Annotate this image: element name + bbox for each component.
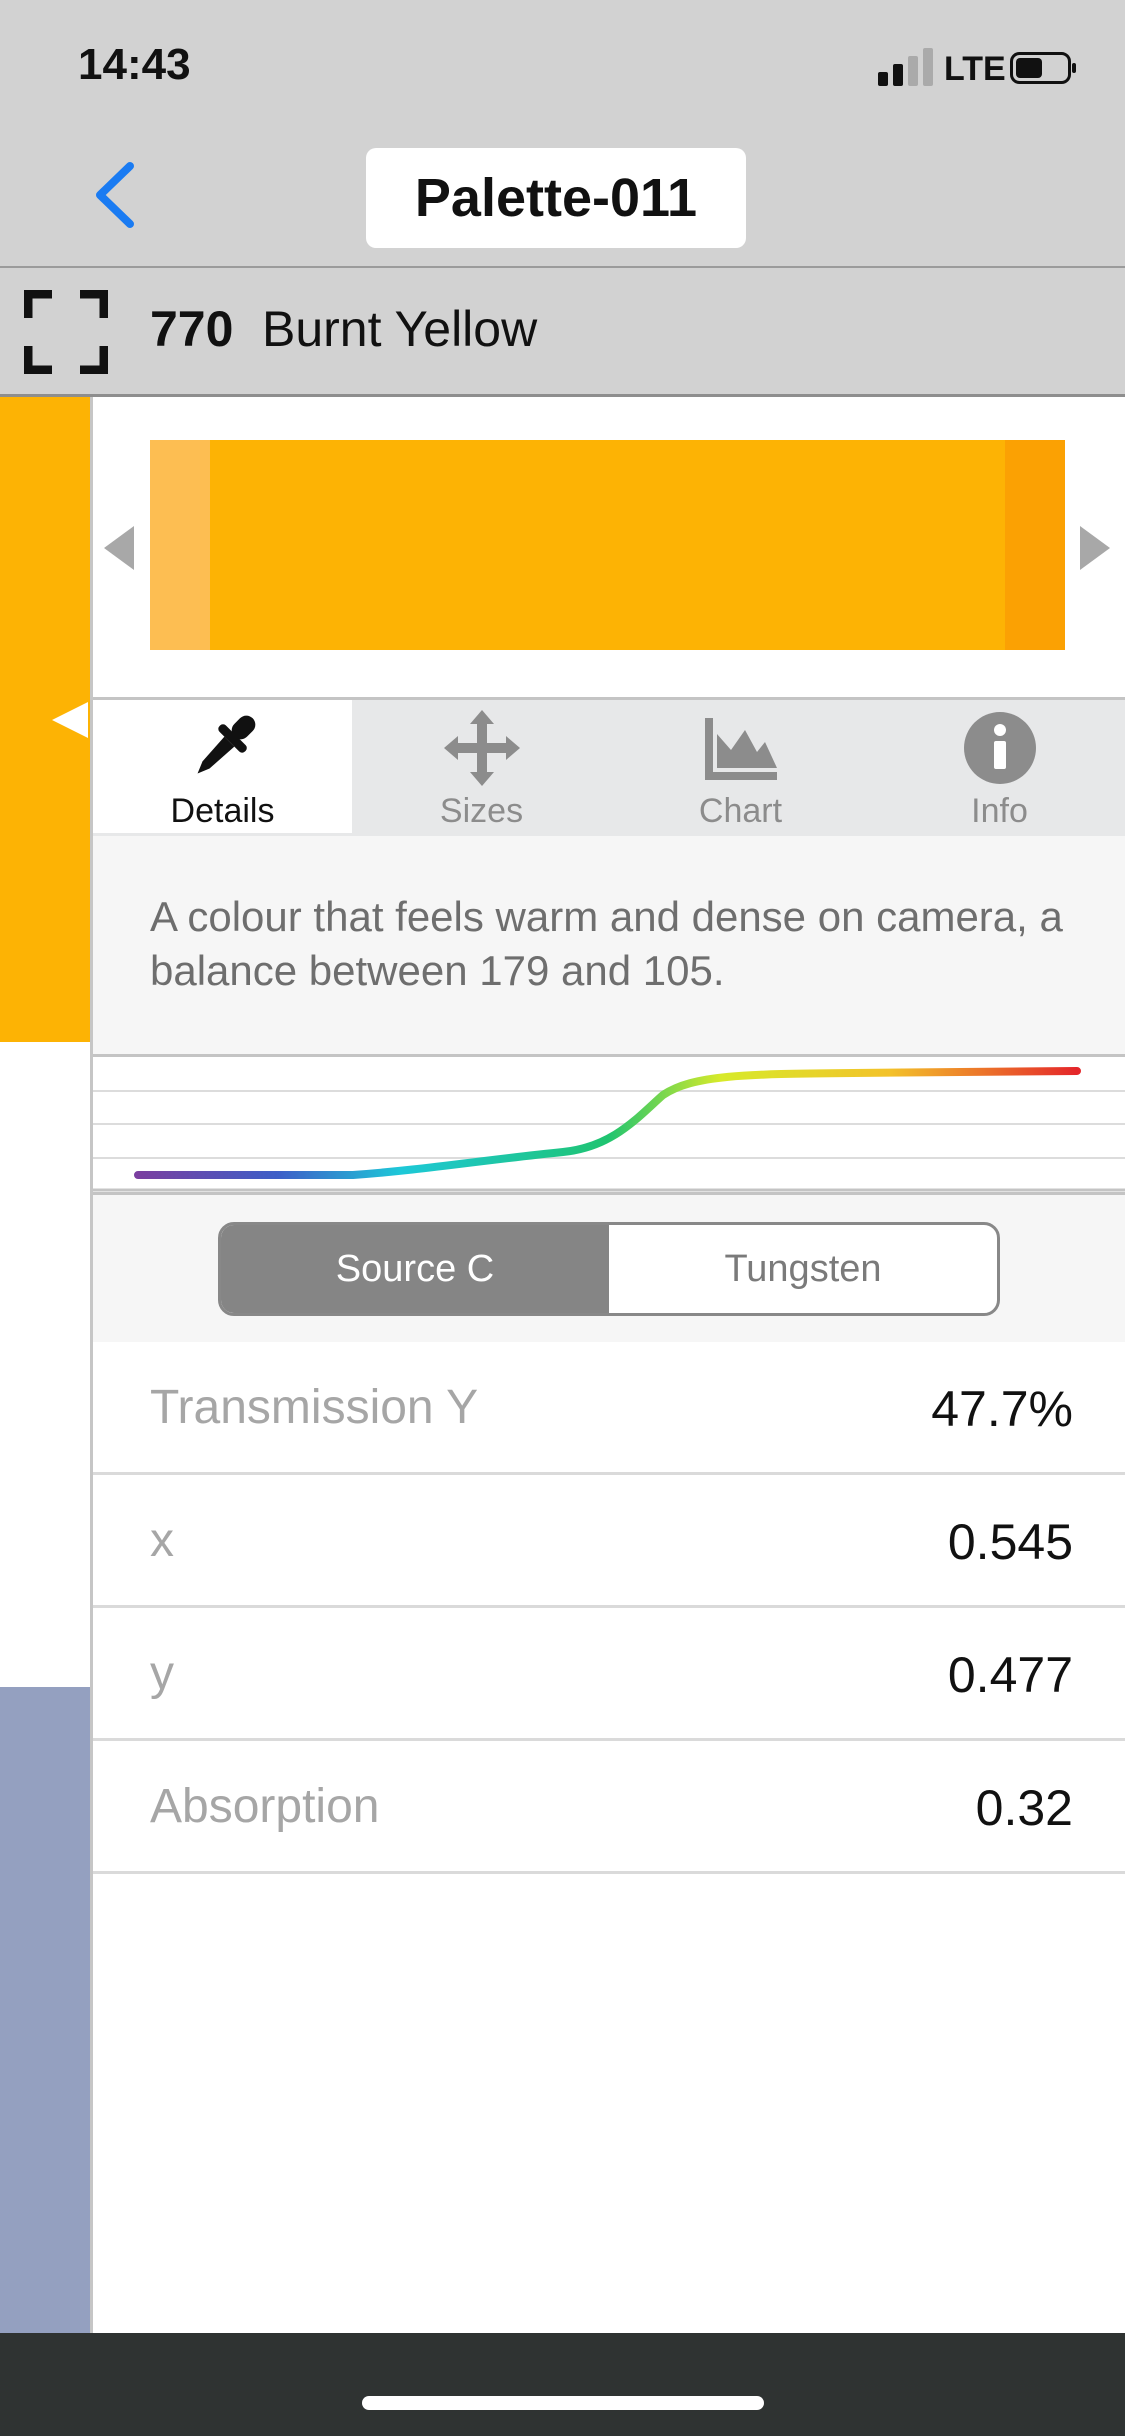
spectral-curve — [93, 1067, 1125, 1192]
tab-chart[interactable]: Chart — [611, 700, 870, 833]
current-pointer-icon — [52, 702, 88, 738]
fullscreen-icon[interactable] — [24, 290, 108, 374]
colour-swatch — [150, 440, 1065, 650]
battery-icon — [1010, 52, 1076, 84]
previous-arrow-icon[interactable] — [104, 526, 134, 570]
colour-description: A colour that feels warm and dense on ca… — [150, 893, 1063, 994]
palette-strip-next[interactable] — [0, 1687, 90, 2333]
property-row-x: x 0.545 — [93, 1475, 1125, 1608]
tab-info[interactable]: Info — [870, 700, 1125, 833]
property-label: Transmission Y — [150, 1381, 479, 1434]
tab-label: Info — [971, 792, 1028, 830]
signal-icon — [878, 48, 934, 86]
colour-name: Burnt Yellow — [262, 301, 538, 357]
segment-source-c[interactable]: Source C — [221, 1225, 609, 1313]
palette-title[interactable]: Palette-011 — [366, 148, 746, 248]
property-label: Absorption — [150, 1780, 380, 1833]
move-arrows-icon — [444, 710, 520, 786]
property-value: 0.545 — [947, 1514, 1073, 1570]
property-row-absorption: Absorption 0.32 — [93, 1741, 1125, 1874]
status-time: 14:43 — [78, 40, 191, 89]
network-label: LTE — [944, 50, 1006, 88]
home-indicator[interactable] — [362, 2396, 764, 2410]
next-arrow-icon[interactable] — [1080, 526, 1110, 570]
swatch-tint-right — [1005, 440, 1065, 650]
tab-label: Sizes — [439, 792, 524, 830]
tab-details[interactable]: Details — [93, 700, 352, 833]
property-value: 0.32 — [975, 1780, 1073, 1836]
property-label: x — [150, 1514, 174, 1567]
illuminant-segmented-control: Source C Tungsten — [218, 1222, 1000, 1316]
palette-strip-blank[interactable] — [0, 1042, 90, 1687]
property-row-y: y 0.477 — [93, 1608, 1125, 1741]
tab-label: Chart — [698, 792, 783, 830]
property-value: 0.477 — [947, 1647, 1073, 1703]
eyedropper-icon — [197, 715, 256, 774]
segment-tungsten[interactable]: Tungsten — [609, 1225, 997, 1313]
property-row-transmission: Transmission Y 47.7% — [93, 1342, 1125, 1475]
back-chevron-icon[interactable] — [80, 150, 150, 240]
swatch-tint-left — [150, 440, 210, 650]
property-label: y — [150, 1647, 174, 1700]
colour-number: 770 — [150, 301, 234, 357]
tab-label: Details — [170, 792, 275, 830]
property-value: 47.7% — [931, 1381, 1073, 1437]
info-icon — [964, 712, 1036, 784]
tab-sizes[interactable]: Sizes — [352, 700, 611, 833]
home-indicator-area — [0, 2333, 1125, 2436]
area-chart-icon — [705, 718, 777, 780]
